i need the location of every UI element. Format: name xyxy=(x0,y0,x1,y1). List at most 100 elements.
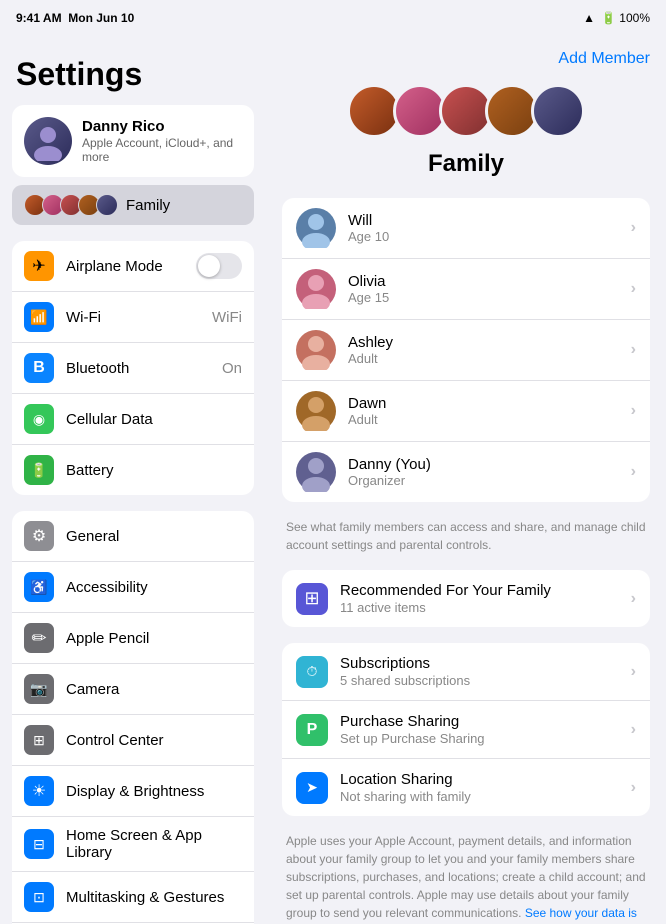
status-indicators: ▲ 🔋 100% xyxy=(583,11,650,25)
status-bar: 9:41 AM Mon Jun 10 ▲ 🔋 100% xyxy=(0,0,666,36)
location-sharing-sub: Not sharing with family xyxy=(340,789,619,804)
member-info-olivia: Olivia Age 15 xyxy=(348,273,619,305)
member-avatar-will xyxy=(296,208,336,248)
sidebar-item-airplane[interactable]: ✈ Airplane Mode xyxy=(12,241,254,292)
sidebar-item-wifi[interactable]: 📶 Wi-Fi WiFi xyxy=(12,292,254,343)
chevron-danny: › xyxy=(631,463,636,481)
wifi-icon: ▲ xyxy=(583,11,595,25)
chevron-olivia: › xyxy=(631,280,636,298)
feature-recommended[interactable]: ⊞ Recommended For Your Family 11 active … xyxy=(282,570,650,627)
subscriptions-name: Subscriptions xyxy=(340,655,619,672)
sidebar-item-camera[interactable]: 📷 Camera xyxy=(12,664,254,715)
profile-info: Danny Rico Apple Account, iCloud+, and m… xyxy=(82,118,242,164)
camera-label: Camera xyxy=(66,681,242,698)
wifi-settings-icon: 📶 xyxy=(24,302,54,332)
member-info-ashley: Ashley Adult xyxy=(348,334,619,366)
apple-pencil-label: Apple Pencil xyxy=(66,630,242,647)
general-label: General xyxy=(66,528,242,545)
sidebar: Settings Danny Rico Apple Account, iClou… xyxy=(0,36,266,924)
recommended-info: Recommended For Your Family 11 active it… xyxy=(340,582,619,615)
right-panel: Add Member Family xyxy=(266,36,666,924)
sidebar-item-accessibility[interactable]: ♿ Accessibility xyxy=(12,562,254,613)
chevron-purchase-sharing: › xyxy=(631,721,636,739)
member-dawn[interactable]: Dawn Adult › xyxy=(282,381,650,442)
sidebar-item-apple-pencil[interactable]: ✏ Apple Pencil xyxy=(12,613,254,664)
add-member-button[interactable]: Add Member xyxy=(558,50,650,68)
accessibility-icon: ♿ xyxy=(24,572,54,602)
sidebar-item-family[interactable]: Family xyxy=(12,185,254,225)
bluetooth-value: On xyxy=(222,360,242,377)
chevron-dawn: › xyxy=(631,402,636,420)
members-list: Will Age 10 › Olivia Age 15 › xyxy=(282,198,650,502)
member-avatar-danny xyxy=(296,452,336,492)
big-avatar-5 xyxy=(531,84,585,138)
member-name-dawn: Dawn xyxy=(348,395,619,412)
chevron-will: › xyxy=(631,219,636,237)
display-icon: ☀ xyxy=(24,776,54,806)
display-label: Display & Brightness xyxy=(66,783,242,800)
section-connectivity: ✈ Airplane Mode 📶 Wi-Fi WiFi B Bluetooth… xyxy=(12,241,254,495)
purchase-sharing-info: Purchase Sharing Set up Purchase Sharing xyxy=(340,713,619,746)
profile-card[interactable]: Danny Rico Apple Account, iCloud+, and m… xyxy=(12,105,254,177)
wifi-label: Wi-Fi xyxy=(66,309,200,326)
home-screen-label: Home Screen & App Library xyxy=(66,827,242,861)
airplane-label: Airplane Mode xyxy=(66,258,184,275)
bluetooth-label: Bluetooth xyxy=(66,360,210,377)
multitasking-icon: ⊡ xyxy=(24,882,54,912)
recommended-sub: 11 active items xyxy=(340,600,619,615)
recommended-name: Recommended For Your Family xyxy=(340,582,619,599)
member-sub-dawn: Adult xyxy=(348,412,619,427)
chevron-location-sharing: › xyxy=(631,779,636,797)
member-sub-danny: Organizer xyxy=(348,473,619,488)
feature-purchase-sharing[interactable]: P Purchase Sharing Set up Purchase Shari… xyxy=(282,701,650,759)
member-info-will: Will Age 10 xyxy=(348,212,619,244)
sidebar-item-general[interactable]: ⚙ General xyxy=(12,511,254,562)
subscriptions-icon: ⏱ xyxy=(296,656,328,688)
purchase-sharing-name: Purchase Sharing xyxy=(340,713,619,730)
feature-subscriptions[interactable]: ⏱ Subscriptions 5 shared subscriptions › xyxy=(282,643,650,701)
member-name-ashley: Ashley xyxy=(348,334,619,351)
member-danny[interactable]: Danny (You) Organizer › xyxy=(282,442,650,502)
sidebar-item-multitasking[interactable]: ⊡ Multitasking & Gestures xyxy=(12,872,254,923)
sidebar-item-control-center[interactable]: ⊞ Control Center xyxy=(12,715,254,766)
sidebar-item-display[interactable]: ☀ Display & Brightness xyxy=(12,766,254,817)
airplane-toggle[interactable] xyxy=(196,253,242,279)
battery-label: Battery xyxy=(66,462,242,479)
wifi-value: WiFi xyxy=(212,309,242,326)
status-time: 9:41 AM Mon Jun 10 xyxy=(16,11,134,25)
control-center-label: Control Center xyxy=(66,732,242,749)
sidebar-item-battery[interactable]: 🔋 Battery xyxy=(12,445,254,495)
member-will[interactable]: Will Age 10 › xyxy=(282,198,650,259)
location-sharing-info: Location Sharing Not sharing with family xyxy=(340,771,619,804)
profile-avatar xyxy=(24,117,72,165)
sidebar-item-bluetooth[interactable]: B Bluetooth On xyxy=(12,343,254,394)
feature-location-sharing[interactable]: ➤ Location Sharing Not sharing with fami… xyxy=(282,759,650,816)
subscriptions-sub: 5 shared subscriptions xyxy=(340,673,619,688)
purchase-sharing-icon: P xyxy=(296,714,328,746)
family-label: Family xyxy=(126,197,170,214)
location-sharing-icon: ➤ xyxy=(296,772,328,804)
sidebar-item-home-screen[interactable]: ⊟ Home Screen & App Library xyxy=(12,817,254,872)
recommended-card: ⊞ Recommended For Your Family 11 active … xyxy=(282,570,650,627)
member-sub-will: Age 10 xyxy=(348,229,619,244)
member-olivia[interactable]: Olivia Age 15 › xyxy=(282,259,650,320)
apple-pencil-icon: ✏ xyxy=(24,623,54,653)
member-avatar-olivia xyxy=(296,269,336,309)
sidebar-item-cellular[interactable]: ◉ Cellular Data xyxy=(12,394,254,445)
airplane-icon: ✈ xyxy=(24,251,54,281)
family-note: See what family members can access and s… xyxy=(282,518,650,570)
family-big-avatars xyxy=(347,84,585,138)
member-avatar-ashley xyxy=(296,330,336,370)
family-avatars xyxy=(24,194,118,216)
chevron-recommended: › xyxy=(631,590,636,608)
profile-name: Danny Rico xyxy=(82,118,242,135)
section-general: ⚙ General ♿ Accessibility ✏ Apple Pencil… xyxy=(12,511,254,924)
chevron-ashley: › xyxy=(631,341,636,359)
recommended-icon: ⊞ xyxy=(296,583,328,615)
camera-icon: 📷 xyxy=(24,674,54,704)
bluetooth-icon: B xyxy=(24,353,54,383)
chevron-subscriptions: › xyxy=(631,663,636,681)
member-ashley[interactable]: Ashley Adult › xyxy=(282,320,650,381)
control-center-icon: ⊞ xyxy=(24,725,54,755)
multitasking-label: Multitasking & Gestures xyxy=(66,889,242,906)
